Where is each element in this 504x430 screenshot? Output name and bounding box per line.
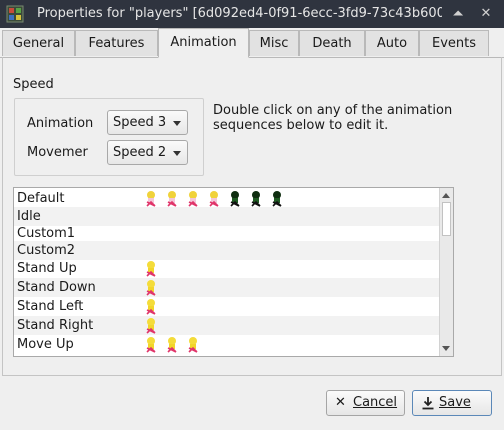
sequence-label: Move Up [17,337,74,352]
save-button-label: Save [439,395,471,410]
tab-death[interactable]: Death [299,30,365,56]
sprite-frame-icon [165,190,179,207]
window-menu-button[interactable]: ⏶ [447,3,469,25]
animation-speed-select[interactable]: Speed 3 [107,110,188,135]
sequence-label: Stand Left [17,299,84,314]
list-item[interactable]: Move Up [14,335,439,354]
sprite-frame-icon [249,190,263,207]
sprite-frame-icon [144,298,158,315]
movement-speed-value: Speed 2 [113,145,167,160]
list-item[interactable]: Stand Right [14,316,439,335]
sprite-frame-icon [165,336,179,353]
tab-misc[interactable]: Misc [249,30,299,56]
app-icon [6,5,24,23]
sprite-frame-icon [144,260,158,277]
scroll-down-icon[interactable] [442,346,450,351]
window-title: Properties for "players" [6d092ed4-0f91-… [37,6,442,21]
sprite-frame-icon [228,190,242,207]
sequence-label: Stand Right [17,318,94,333]
tab-general[interactable]: General [2,30,75,56]
sprite-frame-icon [144,317,158,334]
close-icon: ✕ [335,395,346,410]
chevron-down-icon [173,151,181,156]
sequence-label: Idle [17,209,41,224]
list-item[interactable]: Stand Down [14,278,439,297]
window-close-button[interactable]: ✕ [475,3,497,25]
list-item[interactable]: Stand Left [14,297,439,316]
scrollbar-thumb[interactable] [442,202,451,236]
sprite-frame-icon [186,190,200,207]
sequence-label: Stand Up [17,261,77,276]
list-item[interactable]: Custom2 [14,241,439,260]
sequence-label: Default [17,191,65,206]
animation-speed-label: Animation [27,116,94,131]
sprite-frame-icon [144,336,158,353]
sprite-frame-icon [207,190,221,207]
cancel-button-label: Cancel [353,395,398,410]
instructions-text: Double click on any of the animation seq… [213,103,453,133]
tab-bar: General Features Animation Misc Death Au… [0,28,504,58]
chevron-down-icon [173,121,181,126]
list-item[interactable]: Default [14,189,439,208]
title-bar: Properties for "players" [6d092ed4-0f91-… [0,0,504,28]
animation-sequence-list[interactable]: Default Idle Custom1 Custom2 Stand Up Stand D… [13,187,454,357]
sprite-frame-icon [270,190,284,207]
speed-heading: Speed [13,77,54,92]
scroll-up-icon[interactable] [442,193,450,198]
sprite-frame-icon [144,279,158,296]
tab-events[interactable]: Events [419,30,489,56]
sequence-label: Custom2 [17,243,76,258]
movement-speed-label: Movemer [27,145,88,160]
sequence-label: Stand Down [17,280,96,295]
cancel-button[interactable]: ✕ Cancel [326,390,405,416]
save-button[interactable]: Save [412,390,492,416]
sprite-frame-icon [144,190,158,207]
list-scrollbar[interactable] [439,188,453,356]
movement-speed-select[interactable]: Speed 2 [107,140,188,165]
tab-features[interactable]: Features [75,30,158,56]
animation-speed-value: Speed 3 [113,115,167,130]
list-item[interactable]: Stand Up [14,259,439,278]
tab-animation[interactable]: Animation [158,28,249,58]
sequence-label: Custom1 [17,226,76,241]
tab-auto[interactable]: Auto [365,30,419,56]
download-icon [422,397,434,410]
sprite-frame-icon [186,336,200,353]
